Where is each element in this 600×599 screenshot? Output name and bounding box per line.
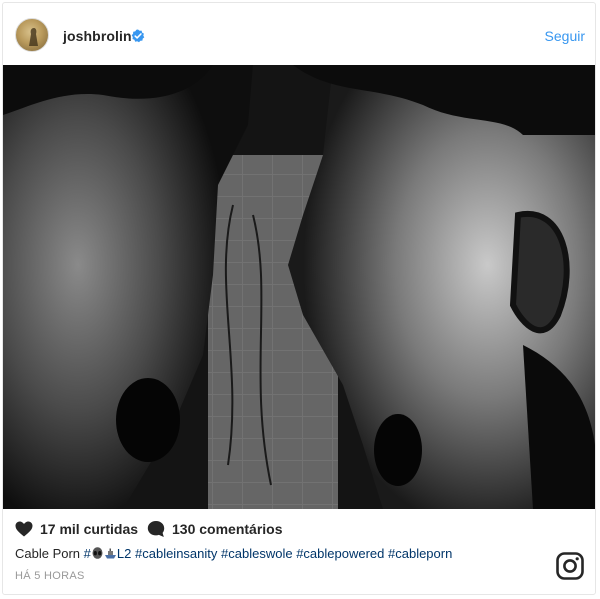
- verified-badge-icon: [131, 29, 145, 43]
- alien-emoji-icon: [92, 547, 103, 559]
- hashtag-suffix: L2: [116, 546, 132, 561]
- profile-avatar[interactable]: [15, 18, 49, 52]
- instagram-logo-icon[interactable]: [556, 552, 584, 580]
- username-link[interactable]: joshbrolin: [63, 28, 132, 44]
- hashtag-cablepowered[interactable]: #cablepowered: [296, 546, 384, 561]
- comment-bubble-icon[interactable]: [147, 520, 165, 538]
- comments-count: 130 comentários: [172, 521, 283, 537]
- heart-icon[interactable]: [15, 521, 33, 537]
- hashtag-emoji-l2[interactable]: # L2: [84, 546, 132, 561]
- screaming-faces-image: [3, 65, 595, 509]
- avatar-figure-icon: [29, 28, 38, 46]
- instagram-embed-card: joshbrolin Seguir 17 mil curtidas 130 co…: [2, 2, 596, 595]
- caption-text: Cable Porn: [15, 546, 81, 561]
- ship-emoji-icon: [104, 548, 116, 559]
- post-header: joshbrolin Seguir: [3, 3, 595, 65]
- post-timestamp[interactable]: HÁ 5 HORAS: [15, 570, 85, 582]
- likes-count: 17 mil curtidas: [40, 521, 139, 537]
- hashtag-cableinsanity[interactable]: #cableinsanity: [135, 546, 217, 561]
- post-caption: Cable Porn # L2 #cableinsanity #cableswol…: [15, 546, 452, 561]
- hashtag-cableporn[interactable]: #cableporn: [388, 546, 452, 561]
- hashtag-cableswole[interactable]: #cableswole: [221, 546, 293, 561]
- hashtag-prefix: #: [83, 546, 91, 561]
- post-photo[interactable]: [3, 65, 595, 509]
- follow-button[interactable]: Seguir: [545, 28, 585, 44]
